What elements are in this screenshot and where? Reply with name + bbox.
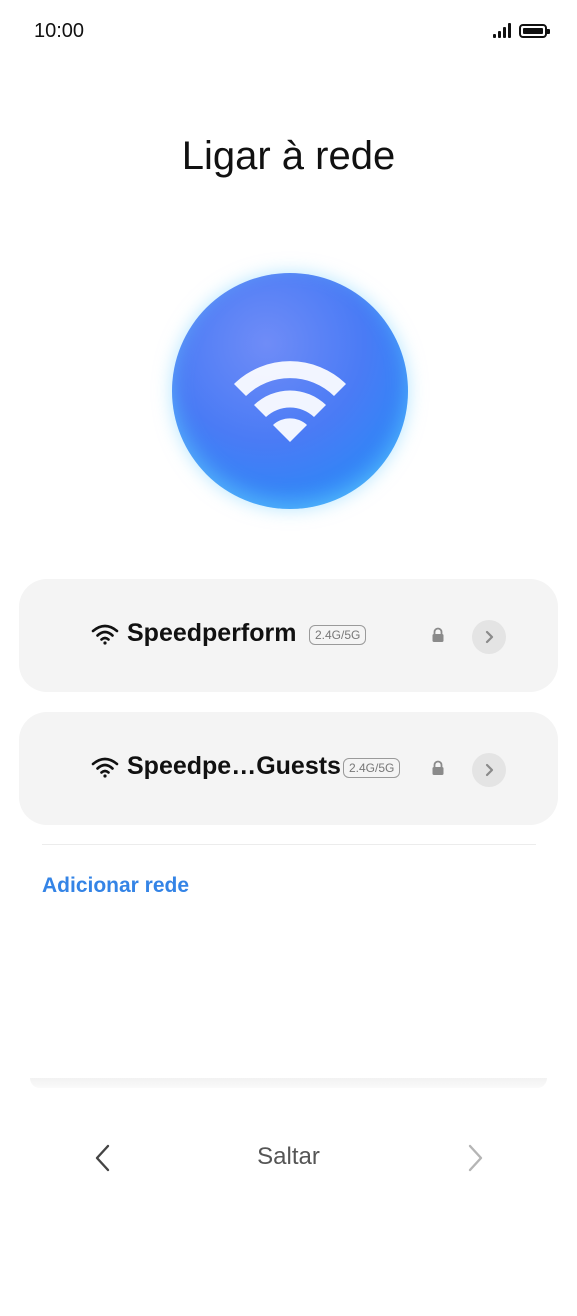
list-bottom-edge bbox=[30, 1078, 547, 1088]
network-item-speedperform[interactable]: Speedperform 2.4G/5G bbox=[19, 579, 558, 692]
lock-icon bbox=[432, 760, 444, 775]
add-network-link[interactable]: Adicionar rede bbox=[42, 874, 189, 898]
page-title: Ligar à rede bbox=[181, 134, 396, 178]
battery-icon bbox=[519, 24, 550, 38]
band-badge: 2.4G/5G bbox=[343, 758, 401, 778]
chevron-right-icon bbox=[485, 630, 494, 644]
divider bbox=[42, 844, 536, 845]
network-item-speedperform-guests[interactable]: Speedpe…Guests 2.4G/5G bbox=[19, 712, 558, 825]
chevron-right-icon bbox=[485, 763, 494, 777]
status-icons bbox=[493, 22, 550, 38]
network-details-button[interactable] bbox=[472, 620, 506, 654]
next-button[interactable] bbox=[460, 1140, 490, 1176]
back-button[interactable] bbox=[88, 1140, 118, 1176]
signal-icon bbox=[493, 22, 511, 38]
skip-button[interactable]: Saltar bbox=[257, 1143, 320, 1170]
wifi-icon bbox=[91, 624, 119, 645]
network-ssid: Speedperform bbox=[127, 619, 297, 647]
band-badge: 2.4G/5G bbox=[309, 625, 367, 645]
wifi-hero-icon bbox=[172, 273, 408, 509]
lock-icon bbox=[432, 627, 444, 642]
skip-button-wrap: Saltar bbox=[0, 1143, 577, 1171]
chevron-right-icon bbox=[468, 1144, 483, 1172]
chevron-left-icon bbox=[95, 1144, 110, 1172]
status-bar: 10:00 bbox=[0, 0, 577, 66]
network-details-button[interactable] bbox=[472, 753, 506, 787]
status-time: 10:00 bbox=[34, 20, 85, 42]
network-ssid: Speedpe…Guests bbox=[127, 752, 341, 780]
wifi-icon bbox=[91, 757, 119, 778]
